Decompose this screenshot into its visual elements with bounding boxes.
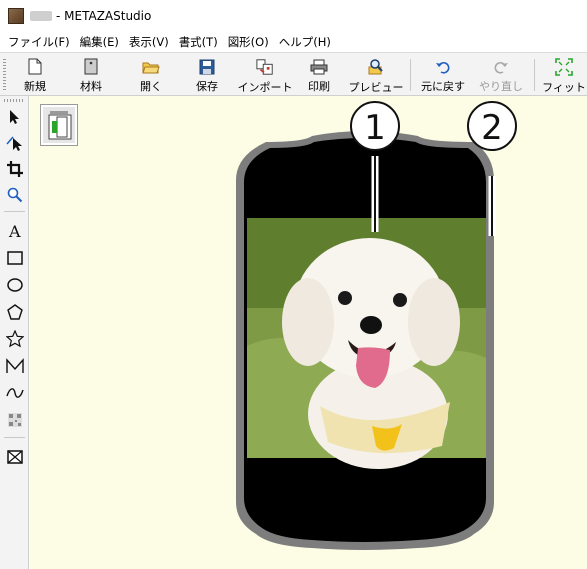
pentagon-icon[interactable] — [4, 301, 25, 323]
material-button[interactable]: 材料 — [70, 56, 112, 94]
menu-format[interactable]: 書式(T) — [175, 34, 224, 50]
material-button-label: 材料 — [80, 80, 102, 93]
zoom-icon[interactable] — [4, 184, 25, 206]
menu-edit[interactable]: 編集(E) — [76, 34, 125, 50]
save-button[interactable]: 保存 — [186, 56, 228, 94]
curve-icon[interactable] — [4, 382, 25, 404]
svg-text:A: A — [8, 223, 21, 239]
print-button-label: 印刷 — [308, 80, 330, 93]
redo-button[interactable]: やり直し — [476, 56, 526, 94]
title-bar: - METAZAStudio — [0, 0, 587, 31]
redacted-filename — [30, 10, 52, 21]
callout-2-label: 2 — [481, 108, 503, 148]
menu-file[interactable]: ファイル(F) — [4, 34, 76, 50]
preview-magnifier-icon — [367, 58, 385, 76]
polyline-icon[interactable] — [4, 355, 25, 377]
menu-shape[interactable]: 図形(O) — [224, 34, 275, 50]
open-button[interactable]: 開く — [130, 56, 172, 94]
import-button-label: インポート — [237, 81, 293, 94]
node-edit-icon[interactable] — [4, 132, 25, 154]
ellipse-icon[interactable] — [4, 274, 25, 296]
new-file-icon — [26, 58, 44, 75]
palette-separator — [4, 211, 25, 212]
toolbar: 新規 材料 開く 保存 インポート 印刷 プレビュー 元に戻す やり直し フィッ… — [0, 52, 587, 96]
crop-icon[interactable] — [4, 158, 25, 180]
dog-photo — [247, 218, 486, 469]
palette-grip[interactable] — [4, 99, 25, 102]
fit-button[interactable]: フィット — [542, 56, 586, 94]
tool-palette: A — [0, 96, 29, 569]
undo-arrow-icon — [434, 58, 452, 75]
qr-code-icon[interactable] — [4, 409, 25, 431]
menu-help[interactable]: ヘルプ(H) — [275, 34, 337, 50]
image-frame-icon[interactable] — [4, 446, 25, 468]
rectangle-icon[interactable] — [4, 247, 25, 269]
new-button-label: 新規 — [24, 80, 46, 93]
save-button-label: 保存 — [196, 80, 218, 93]
menu-view[interactable]: 表示(V) — [125, 34, 175, 50]
callout-1-label: 1 — [364, 108, 386, 148]
fit-screen-icon — [555, 58, 573, 76]
palette-separator — [4, 437, 25, 438]
window-title: - METAZAStudio — [56, 8, 152, 23]
star-icon[interactable] — [4, 328, 25, 350]
dog-tag-artwork[interactable]: 1 2 — [30, 96, 587, 569]
save-disk-icon — [198, 58, 216, 75]
preview-button[interactable]: プレビュー — [348, 56, 404, 94]
print-button[interactable]: 印刷 — [298, 56, 340, 94]
import-icon — [256, 58, 274, 76]
import-button[interactable]: インポート — [237, 56, 293, 94]
printer-icon — [310, 58, 328, 75]
undo-button[interactable]: 元に戻す — [418, 56, 468, 94]
new-button[interactable]: 新規 — [14, 56, 56, 94]
text-icon[interactable]: A — [4, 220, 25, 242]
open-folder-icon — [142, 58, 160, 75]
toolbar-grip[interactable] — [3, 59, 6, 91]
toolbar-separator — [410, 59, 411, 91]
preview-button-label: プレビュー — [348, 81, 404, 94]
app-icon[interactable] — [8, 7, 24, 24]
material-icon — [82, 58, 100, 75]
menu-bar: ファイル(F) 編集(E) 表示(V) 書式(T) 図形(O) ヘルプ(H) — [0, 31, 587, 52]
redo-arrow-icon — [492, 58, 510, 75]
toolbar-separator — [534, 59, 535, 91]
undo-button-label: 元に戻す — [421, 80, 465, 93]
open-button-label: 開く — [140, 80, 162, 93]
select-arrow-icon[interactable] — [4, 106, 25, 128]
design-canvas[interactable]: 1 2 — [30, 96, 587, 569]
redo-button-label: やり直し — [479, 80, 523, 93]
fit-button-label: フィット — [542, 81, 586, 94]
